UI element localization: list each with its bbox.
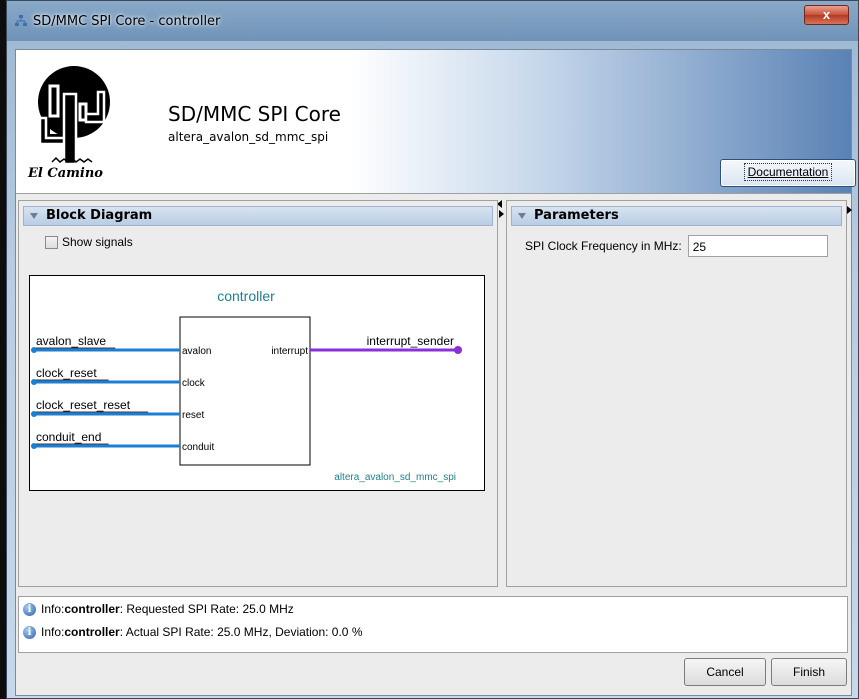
- parameters-header[interactable]: Parameters: [511, 206, 842, 226]
- external-interface-label: clock_reset_reset: [36, 398, 131, 412]
- spi-clock-label: SPI Clock Frequency in MHz:: [525, 239, 682, 253]
- info-icon: i: [23, 625, 36, 639]
- external-interface-label: conduit_end: [36, 430, 101, 444]
- show-signals-label: Show signals: [62, 235, 133, 249]
- collapse-triangle-icon[interactable]: [518, 213, 526, 219]
- block-diagram-title: Block Diagram: [46, 208, 153, 223]
- close-button[interactable]: x: [804, 5, 849, 25]
- close-icon: x: [822, 7, 831, 22]
- dialog-body: El Camino SD/MMC SPI Core altera_avalon_…: [15, 49, 856, 696]
- parameters-title: Parameters: [534, 208, 619, 223]
- show-signals-row[interactable]: Show signals: [45, 235, 133, 249]
- interface-endpoint: [454, 346, 462, 354]
- documentation-button[interactable]: Documentation: [720, 159, 856, 187]
- component-name-label: altera_avalon_sd_mmc_spi: [334, 472, 456, 483]
- expand-right-arrow-icon[interactable]: [499, 210, 504, 218]
- collapse-triangle-icon[interactable]: [30, 213, 38, 219]
- external-interface-label: interrupt_sender: [367, 334, 454, 348]
- cancel-label: Cancel: [706, 665, 744, 679]
- title-bar[interactable]: SD/MMC SPI Core - controller x: [7, 1, 858, 41]
- logo-text: El Camino: [28, 166, 103, 181]
- finish-label: Finish: [792, 665, 825, 679]
- dialog-window: SD/MMC SPI Core - controller x El Camino…: [6, 0, 859, 699]
- spi-clock-row: SPI Clock Frequency in MHz: 25: [525, 235, 828, 257]
- finish-button[interactable]: Finish: [771, 658, 847, 686]
- message-row: i Info: controller: Actual SPI Rate: 25.…: [23, 625, 363, 639]
- show-signals-checkbox[interactable]: [45, 235, 58, 249]
- port-label: clock: [182, 378, 206, 389]
- documentation-label: Documentation: [743, 163, 833, 181]
- message-text: : Actual SPI Rate: 25.0 MHz, Deviation: …: [119, 625, 363, 639]
- port-label: avalon: [182, 346, 211, 357]
- messages-panel: i Info: controller: Requested SPI Rate: …: [18, 596, 848, 653]
- port-label: interrupt: [271, 346, 308, 357]
- block-diagram-panel: Block Diagram Show signals controller al…: [18, 200, 498, 587]
- info-icon: i: [23, 602, 36, 616]
- port-label: conduit: [182, 442, 214, 453]
- message-prefix: Info:: [41, 625, 65, 639]
- window-title: SD/MMC SPI Core - controller: [33, 14, 221, 29]
- external-interface-label: clock_reset: [36, 366, 97, 380]
- cancel-button[interactable]: Cancel: [684, 658, 766, 686]
- message-row: i Info: controller: Requested SPI Rate: …: [23, 602, 294, 616]
- block-diagram-header[interactable]: Block Diagram: [23, 206, 493, 226]
- block-diagram-svg: controller altera_avalon_sd_mmc_spi aval…: [31, 288, 462, 483]
- parameters-panel: Parameters SPI Clock Frequency in MHz: 2…: [506, 200, 847, 587]
- app-icon: [15, 15, 27, 26]
- component-header: El Camino SD/MMC SPI Core altera_avalon_…: [16, 50, 856, 194]
- message-source: controller: [64, 625, 120, 639]
- message-text: : Requested SPI Rate: 25.0 MHz: [119, 602, 294, 616]
- block-diagram-canvas: controller altera_avalon_sd_mmc_spi aval…: [29, 275, 485, 491]
- core-subtitle: altera_avalon_sd_mmc_spi: [168, 130, 329, 144]
- message-prefix: Info:: [41, 602, 65, 616]
- message-source: controller: [64, 602, 120, 616]
- external-interface-label: avalon_slave: [36, 334, 106, 348]
- core-title: SD/MMC SPI Core: [168, 102, 341, 126]
- spi-clock-input[interactable]: 25: [687, 235, 828, 257]
- instance-name-label: controller: [217, 288, 275, 304]
- port-label: reset: [182, 410, 204, 421]
- panel-edge-arrow-icon[interactable]: [847, 206, 852, 214]
